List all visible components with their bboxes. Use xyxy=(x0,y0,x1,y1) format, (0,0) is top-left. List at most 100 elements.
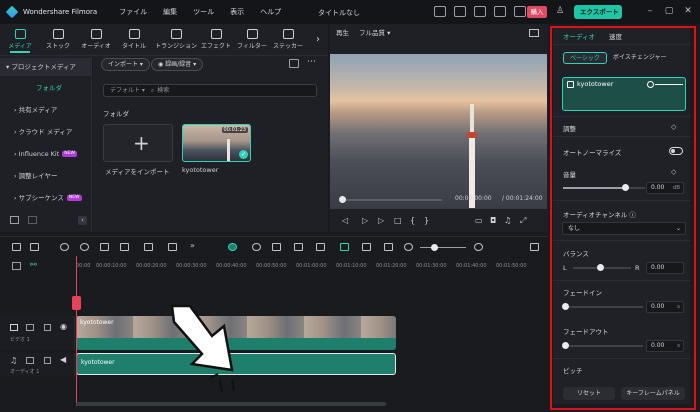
tab-titles[interactable]: タイトル xyxy=(116,27,152,50)
subtab-basic[interactable]: ベーシック xyxy=(563,52,607,64)
export-button[interactable]: エクスポート ▾ xyxy=(574,5,622,30)
link-icon[interactable]: ⚯ xyxy=(30,260,37,269)
text-icon[interactable] xyxy=(168,243,177,251)
progress-knob[interactable] xyxy=(339,196,346,203)
sidebar-item-cloud-media[interactable]: › クラウド メディア xyxy=(0,123,92,141)
menu-edit[interactable]: 編集 xyxy=(163,7,177,17)
lock-icon[interactable] xyxy=(44,357,51,364)
speaker-icon[interactable]: ◀ xyxy=(60,355,66,364)
gift-icon[interactable] xyxy=(494,6,506,17)
mark-out-icon[interactable]: } xyxy=(424,216,429,225)
filter-icon[interactable] xyxy=(289,59,299,68)
fadeout-knob[interactable] xyxy=(562,342,569,349)
volume-knob[interactable] xyxy=(622,184,629,191)
fadein-slider[interactable] xyxy=(562,303,643,310)
mark-in-icon[interactable]: { xyxy=(410,216,415,225)
buy-button[interactable]: 購入 xyxy=(527,6,547,18)
record-button[interactable]: ◉ 録画/録音 ▾ xyxy=(151,58,204,71)
balance-knob[interactable] xyxy=(597,264,604,271)
zoom-knob[interactable] xyxy=(431,244,438,251)
folder-icon[interactable] xyxy=(26,324,34,331)
select-tool-icon[interactable] xyxy=(30,243,39,251)
sort-dropdown[interactable]: デフォルト ▾ xyxy=(110,87,145,94)
tab-effects[interactable]: エフェクト xyxy=(198,27,234,50)
snapshot-icon[interactable]: ◘ xyxy=(490,216,496,225)
timeline-settings-icon[interactable] xyxy=(530,243,539,251)
sidebar-item-influence-kit[interactable]: › Influence Kit NEW xyxy=(0,145,92,163)
volume-handle[interactable] xyxy=(647,81,654,88)
volume-input[interactable]: 0.00 dB xyxy=(646,182,684,194)
collapse-sidebar-icon[interactable]: ‹ xyxy=(78,216,87,225)
tab-audio[interactable]: オーディオ xyxy=(78,27,114,50)
balance-input[interactable]: 0.00 xyxy=(646,262,684,274)
sidebar-item-adjustment-layer[interactable]: › 調整レイヤー xyxy=(0,167,92,185)
crop-icon[interactable] xyxy=(144,243,153,251)
audio-meter-icon[interactable]: ♫ xyxy=(504,216,511,225)
add-track-icon[interactable] xyxy=(12,262,21,270)
new-folder-icon[interactable] xyxy=(10,216,19,224)
microphone-icon[interactable] xyxy=(294,243,303,251)
tab-audio-inspector[interactable]: オーディオ xyxy=(563,31,596,45)
volume-slider[interactable] xyxy=(563,184,645,191)
menu-help[interactable]: ヘルプ xyxy=(260,7,281,17)
stop-icon[interactable]: □ xyxy=(394,216,402,225)
maximize-icon[interactable]: ▢ xyxy=(664,6,674,16)
fadeout-input[interactable]: 0.00 s xyxy=(646,340,684,352)
next-frame-icon[interactable]: ▷ xyxy=(378,216,384,225)
marker-icon[interactable] xyxy=(362,243,371,251)
redo-icon[interactable] xyxy=(80,243,89,251)
search-bar[interactable]: デフォルト ▾ ⌕ 検索 xyxy=(103,84,317,97)
search-input[interactable]: 検索 xyxy=(157,87,169,94)
player-tab[interactable]: 再生 xyxy=(336,29,349,37)
video-thumbnail[interactable]: 00:01:23 ✓ xyxy=(182,124,251,162)
import-media-tile[interactable]: + xyxy=(103,124,173,162)
zoom-out-icon[interactable] xyxy=(404,243,413,251)
timeline-ruler[interactable]: ⚯ 00:00 00:00:10:00 00:00:20:00 00:00:30… xyxy=(0,256,548,276)
fadein-input[interactable]: 0.00 s xyxy=(646,301,684,313)
more-tools-icon[interactable]: » xyxy=(190,241,199,250)
play-icon[interactable]: ▷ xyxy=(362,216,368,225)
keyframe-diamond-icon[interactable]: ◇ xyxy=(671,123,676,131)
timeline-scrollbar[interactable] xyxy=(76,402,386,406)
fadein-knob[interactable] xyxy=(562,303,569,310)
sidebar-item-shared-media[interactable]: › 共有メディア xyxy=(0,101,92,119)
lock-icon[interactable] xyxy=(44,324,51,331)
fadeout-slider[interactable] xyxy=(562,342,643,349)
render-icon[interactable] xyxy=(252,243,261,251)
cloud-icon[interactable] xyxy=(474,6,486,17)
tab-stock[interactable]: ストック xyxy=(40,27,76,50)
account-icon[interactable]: ♙ xyxy=(555,6,565,16)
layout-icon[interactable] xyxy=(434,6,446,17)
playhead[interactable] xyxy=(76,256,77,406)
zoom-in-icon[interactable] xyxy=(474,243,483,251)
save-icon[interactable] xyxy=(454,6,466,17)
tab-filters[interactable]: フィルター xyxy=(234,27,270,50)
folder-icon[interactable] xyxy=(28,216,37,224)
chevron-right-icon[interactable]: › xyxy=(316,34,320,45)
close-icon[interactable]: ✕ xyxy=(683,6,693,16)
quality-dropdown[interactable]: フル品質 ▾ xyxy=(359,29,390,37)
tab-speed[interactable]: 速度 xyxy=(609,31,622,41)
playback-progress[interactable] xyxy=(339,196,442,203)
prev-frame-icon[interactable]: ◁ xyxy=(342,216,348,225)
shield-icon[interactable] xyxy=(272,243,281,251)
zoom-fit-icon[interactable] xyxy=(384,243,393,251)
sidebar-item-project-media[interactable]: ▾ プロジェクトメディア xyxy=(0,58,92,76)
ai-icon[interactable] xyxy=(228,243,237,251)
channel-dropdown[interactable]: なし ⌄ xyxy=(562,222,686,235)
display-icon[interactable]: ▭ xyxy=(475,216,483,225)
subtab-voice-changer[interactable]: ボイスチェンジャー xyxy=(607,52,673,64)
layout-grid-icon[interactable] xyxy=(12,243,21,251)
sidebar-item-folder[interactable]: フォルダ xyxy=(0,79,92,97)
playhead-handle[interactable] xyxy=(72,296,81,310)
menu-file[interactable]: ファイル xyxy=(119,7,147,17)
more-options-icon[interactable]: ⋯ xyxy=(307,57,316,67)
minimize-icon[interactable]: – xyxy=(645,6,655,16)
menu-view[interactable]: 表示 xyxy=(230,7,244,17)
fullscreen-icon[interactable]: ⤢ xyxy=(520,216,526,226)
eye-icon[interactable]: ◉ xyxy=(60,322,67,331)
reset-button[interactable]: リセット xyxy=(563,387,615,400)
voiceover-icon[interactable] xyxy=(316,243,325,251)
tab-stickers[interactable]: ステッカー xyxy=(270,27,306,50)
folder-icon[interactable] xyxy=(26,357,34,364)
